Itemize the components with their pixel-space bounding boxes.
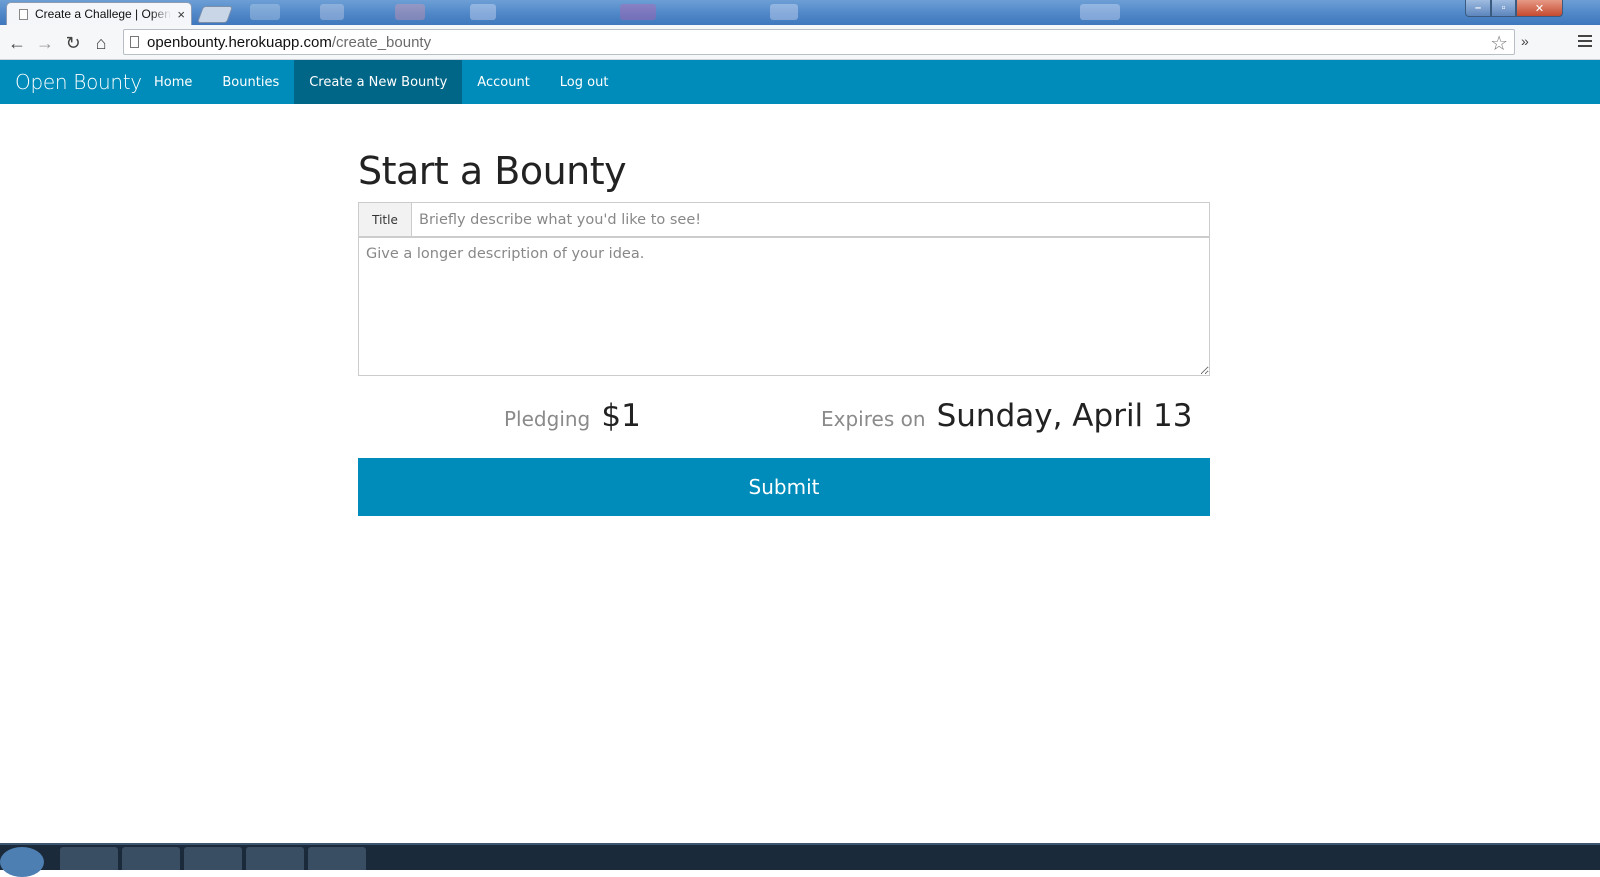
reload-icon[interactable]: ↻	[62, 32, 84, 54]
back-arrow-icon[interactable]: ←	[6, 32, 28, 54]
window-controls: – ▫ ✕	[1465, 0, 1563, 18]
menu-icon[interactable]	[1578, 35, 1592, 50]
window-close-button[interactable]: ✕	[1516, 0, 1563, 17]
tab-close-icon[interactable]: ×	[177, 8, 185, 21]
bookmark-star-icon[interactable]: ☆	[1490, 31, 1508, 56]
nav-link-bounties[interactable]: Bounties	[207, 60, 294, 104]
page-title: Start a Bounty	[358, 149, 627, 193]
page-icon	[130, 36, 139, 48]
title-input-group: Title	[358, 202, 1210, 237]
taskbar-item[interactable]	[246, 847, 304, 870]
brand-link[interactable]: Open Bounty	[15, 70, 142, 94]
url-text: openbounty.herokuapp.com/create_bounty	[147, 34, 431, 51]
taskbar-item[interactable]	[60, 847, 118, 870]
taskbar-item[interactable]	[184, 847, 242, 870]
window-minimize-button[interactable]: –	[1465, 0, 1491, 17]
pledge-stat: Pledging $1	[504, 398, 641, 434]
nav-link-home[interactable]: Home	[139, 60, 207, 104]
submit-button[interactable]: Submit	[358, 458, 1210, 516]
taskbar-item[interactable]	[308, 847, 366, 870]
page-icon	[19, 8, 28, 20]
nav-link-create-bounty[interactable]: Create a New Bounty	[294, 60, 463, 104]
url-host: openbounty.herokuapp.com	[147, 34, 332, 51]
forward-arrow-icon[interactable]: →	[34, 32, 56, 54]
pledge-label: Pledging	[504, 407, 591, 431]
browser-tab-strip: Create a Challege | Open Bounty × – ▫ ✕	[0, 0, 1600, 25]
expiry-stat: Expires on Sunday, April 13	[821, 398, 1192, 434]
pledge-amount[interactable]: $1	[601, 398, 640, 434]
site-navbar: Open Bounty Home Bounties Create a New B…	[0, 60, 1600, 104]
expires-label: Expires on	[821, 407, 926, 431]
expiry-date[interactable]: Sunday, April 13	[937, 398, 1193, 434]
taskbar-item[interactable]	[122, 847, 180, 870]
browser-toolbar: ← → ↻ ⌂ openbounty.herokuapp.com/create_…	[0, 25, 1600, 60]
nav-link-logout[interactable]: Log out	[545, 60, 624, 104]
title-input[interactable]	[412, 203, 1209, 236]
os-taskbar	[0, 843, 1600, 877]
bounty-stats: Pledging $1 Expires on Sunday, April 13	[358, 376, 1210, 458]
url-path: /create_bounty	[331, 34, 432, 51]
address-bar[interactable]: openbounty.herokuapp.com/create_bounty ☆	[123, 29, 1515, 55]
start-button[interactable]	[0, 847, 44, 877]
browser-tab[interactable]: Create a Challege | Open Bounty ×	[6, 2, 192, 25]
home-icon[interactable]: ⌂	[90, 32, 112, 54]
nav-links: Home Bounties Create a New Bounty Accoun…	[139, 60, 623, 104]
bounty-form: Start a Bounty Title Pledging $1 Expires…	[358, 140, 1210, 516]
description-textarea[interactable]	[358, 237, 1210, 376]
window-maximize-button[interactable]: ▫	[1491, 0, 1516, 17]
title-label: Title	[359, 203, 412, 236]
extensions-chevron-icon[interactable]: »	[1521, 33, 1529, 49]
nav-link-account[interactable]: Account	[462, 60, 545, 104]
new-tab-button[interactable]	[196, 6, 234, 23]
tab-title: Create a Challege | Open Bounty	[35, 7, 171, 21]
